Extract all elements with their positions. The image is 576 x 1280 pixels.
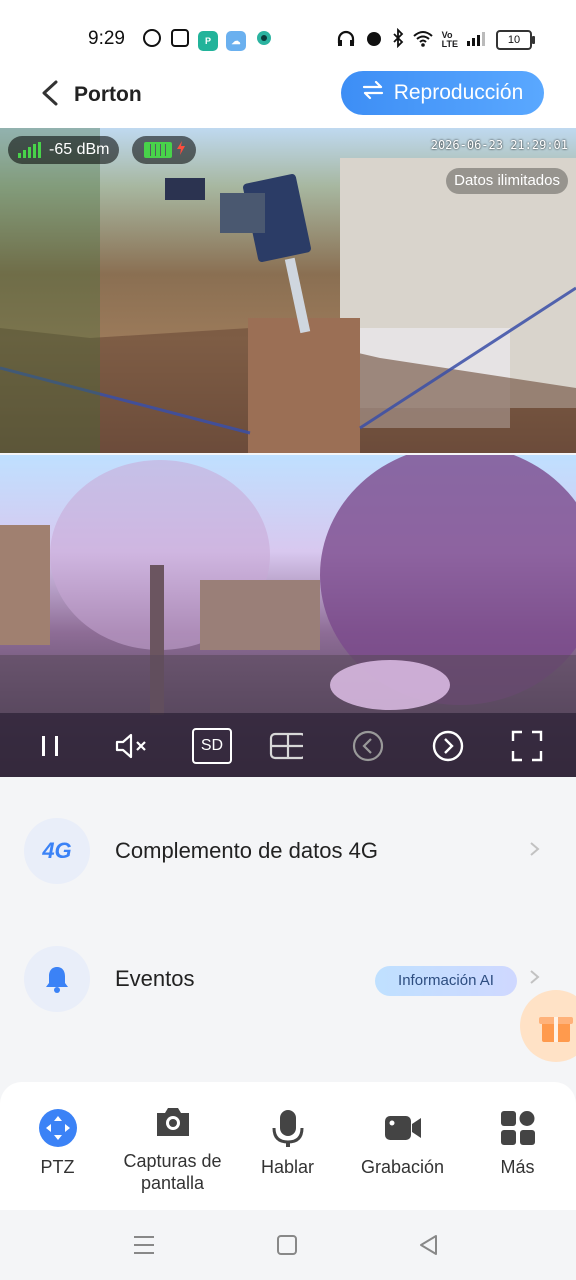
camera-battery-icon — [143, 142, 172, 158]
bottom-toolbar: PTZ Capturas de pantalla Hablar Grabació… — [0, 1082, 576, 1210]
screenshot-button[interactable]: Capturas de pantalla — [115, 1102, 230, 1194]
status-time: 9:29 — [88, 28, 125, 49]
home-nav-icon[interactable] — [274, 1232, 300, 1258]
alarm-icon — [364, 28, 384, 51]
status-bar: 9:29 P ☁ Vo LTE 10 — [0, 0, 576, 70]
ptz-icon — [38, 1108, 78, 1148]
4g-icon-text: 4G — [42, 838, 72, 863]
settings-list: 4G Complemento de datos 4G Eventos Infor… — [0, 778, 576, 1098]
list-item-events[interactable]: Eventos Información AI — [0, 942, 576, 1014]
wifi-icon — [412, 29, 434, 50]
record-label: Grabación — [360, 1157, 445, 1177]
notification-icons: P ☁ — [142, 28, 274, 53]
replay-button[interactable]: Reproducción — [341, 71, 544, 115]
signal-bars-icon — [18, 142, 41, 158]
back-nav-icon[interactable] — [416, 1232, 442, 1258]
camera-battery-badge — [132, 136, 196, 164]
more-label: Más — [500, 1157, 535, 1177]
back-arrow-icon[interactable] — [36, 78, 66, 108]
data-plan-badge: Datos ilimitados — [446, 168, 568, 194]
whatsapp-icon — [142, 28, 162, 53]
next-camera-icon[interactable] — [431, 729, 465, 763]
previous-camera-icon[interactable] — [351, 729, 385, 763]
cell-signal-icon — [466, 29, 488, 50]
system-icons: Vo LTE 10 — [336, 27, 535, 51]
mute-icon[interactable] — [114, 729, 148, 763]
screenshot-label: Capturas de pantalla — [123, 1151, 222, 1193]
list-item-label: Eventos — [115, 966, 195, 991]
swap-arrows-icon — [362, 80, 384, 106]
list-item-4g-data[interactable]: 4G Complemento de datos 4G — [0, 814, 576, 886]
charging-bolt-icon — [176, 140, 185, 160]
sd-quality-button[interactable]: SD — [192, 728, 232, 764]
list-item-label: Complemento de datos 4G — [115, 838, 378, 863]
record-button[interactable]: Grabación — [345, 1108, 460, 1178]
more-button[interactable]: Más — [460, 1108, 575, 1178]
chevron-right-icon — [528, 970, 542, 984]
talk-label: Hablar — [260, 1157, 315, 1177]
ptz-label: PTZ — [40, 1157, 75, 1177]
grid-more-icon — [498, 1108, 538, 1148]
split-view-icon[interactable] — [269, 729, 303, 763]
ai-info-badge[interactable]: Información AI — [375, 966, 517, 996]
top-header: Porton Reproducción — [0, 70, 576, 128]
signal-strength-value: -65 dBm — [49, 141, 110, 158]
fullscreen-icon[interactable] — [510, 729, 544, 763]
bluetooth-icon — [392, 27, 404, 51]
video-controls-bar: SD — [0, 713, 576, 777]
signal-strength-badge: -65 dBm — [8, 136, 120, 164]
camera-icon — [153, 1102, 193, 1142]
bell-icon — [24, 946, 90, 1012]
replay-label: Reproducción — [393, 81, 524, 104]
camera-view-top[interactable]: -65 dBm 2026-06-23 21:29:01 Datos ilimit… — [0, 128, 576, 453]
4g-badge-icon: 4G — [24, 818, 90, 884]
ptz-button[interactable]: PTZ — [0, 1108, 115, 1178]
talk-button[interactable]: Hablar — [230, 1108, 345, 1178]
battery-indicator: 10 — [496, 29, 535, 50]
camera-app-icon — [254, 28, 274, 53]
headphones-icon — [336, 29, 356, 50]
temu-icon — [170, 28, 190, 53]
system-nav-bar — [0, 1210, 576, 1280]
menu-nav-icon[interactable] — [131, 1232, 157, 1258]
weather-icon: ☁ — [226, 30, 246, 51]
video-camera-icon — [383, 1108, 423, 1148]
parking-app-icon: P — [198, 30, 218, 51]
microphone-icon — [268, 1108, 308, 1148]
pause-icon[interactable] — [33, 729, 67, 763]
page-title: Porton — [74, 83, 142, 106]
chevron-right-icon — [528, 842, 542, 856]
volte-icon: Vo LTE — [441, 29, 458, 49]
camera-timestamp: 2026-06-23 21:29:01 — [430, 138, 568, 152]
